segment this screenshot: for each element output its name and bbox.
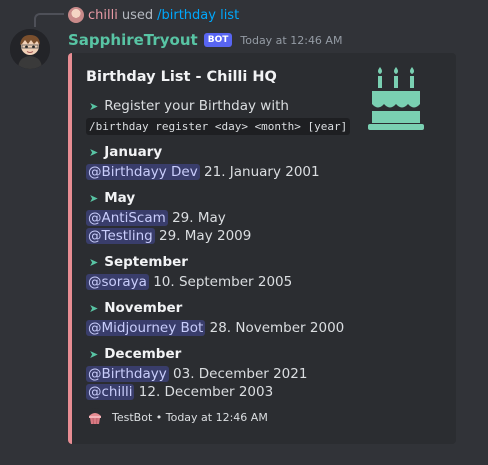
birthday-entry: @Testling 29. May 2009 [86, 226, 251, 246]
month-name: December [104, 346, 182, 362]
birthday-entry: @Midjourney Bot 28. November 2000 [86, 318, 344, 338]
birthday-embed: Birthday List - Chilli HQ ➤ Register your… [68, 53, 456, 444]
user-mention[interactable]: @chilli [86, 384, 135, 400]
birthday-entry: @Birthdayy Dev 21. January 2001 [86, 162, 320, 182]
reply-command[interactable]: /birthday list [157, 8, 239, 23]
reply-action: used [121, 7, 154, 23]
bot-avatar[interactable] [10, 29, 50, 69]
birthday-date: 29. May 2009 [159, 228, 252, 244]
user-mention[interactable]: @Birthdayy [86, 366, 169, 382]
register-text: Register your Birthday with [104, 98, 289, 114]
birthday-cake-icon[interactable] [366, 67, 446, 147]
bullet-arrow-icon: ➤ [89, 256, 99, 269]
month-name: September [104, 254, 188, 270]
embed-title: Birthday List - Chilli HQ [86, 69, 277, 85]
user-mention[interactable]: @AntiScam [86, 210, 168, 226]
bot-tag: BOT [203, 33, 233, 47]
message-header: SapphireTryout BOT Today at 12:46 AM [68, 30, 342, 50]
birthday-date: 03. December 2021 [173, 366, 308, 382]
bullet-arrow-icon: ➤ [89, 348, 99, 361]
birthday-entry: @AntiScam 29. May [86, 208, 226, 228]
bot-username[interactable]: SapphireTryout [68, 31, 198, 49]
month-heading-january: ➤ January [86, 142, 162, 162]
bullet-arrow-icon: ➤ [89, 146, 99, 159]
register-command: /birthday register <day> <month> [year] [86, 118, 351, 135]
month-heading-may: ➤ May [86, 188, 135, 208]
user-mention[interactable]: @Birthdayy Dev [86, 164, 200, 180]
birthday-date: 12. December 2003 [138, 384, 274, 400]
birthday-entry: @chilli 12. December 2003 [86, 382, 273, 402]
message-timestamp[interactable]: Today at 12:46 AM [240, 34, 342, 47]
user-mention[interactable]: @Midjourney Bot [86, 320, 206, 336]
reply-connector [34, 13, 64, 27]
birthday-entry: @soraya 10. September 2005 [86, 272, 292, 292]
user-mention[interactable]: @Testling [86, 228, 155, 244]
month-name: January [104, 144, 163, 160]
reply-avatar[interactable] [68, 7, 84, 23]
bullet-arrow-icon: ➤ [89, 192, 99, 205]
embed-footer: TestBot • Today at 12:46 AM [86, 408, 268, 426]
birthday-date: 10. September 2005 [153, 274, 293, 290]
footer-text: TestBot • Today at 12:46 AM [112, 410, 268, 424]
month-name: November [104, 300, 183, 316]
month-name: May [104, 190, 136, 206]
birthday-entry: @Birthdayy 03. December 2021 [86, 364, 307, 384]
month-heading-december: ➤ December [86, 344, 181, 364]
birthday-date: 21. January 2001 [204, 164, 320, 180]
register-instruction: ➤ Register your Birthday with [86, 96, 289, 116]
cupcake-icon [86, 408, 104, 426]
bullet-arrow-icon: ➤ [89, 302, 99, 315]
month-heading-november: ➤ November [86, 298, 182, 318]
reply-username[interactable]: chilli [88, 8, 118, 23]
birthday-date: 28. November 2000 [209, 320, 345, 336]
reply-reference[interactable]: chilli used /birthday list [68, 6, 239, 24]
register-command-line: /birthday register <day> <month> [year] [86, 116, 351, 136]
month-heading-september: ➤ September [86, 252, 188, 272]
bullet-arrow-icon: ➤ [89, 100, 99, 113]
birthday-date: 29. May [172, 210, 226, 226]
user-mention[interactable]: @soraya [86, 274, 149, 290]
